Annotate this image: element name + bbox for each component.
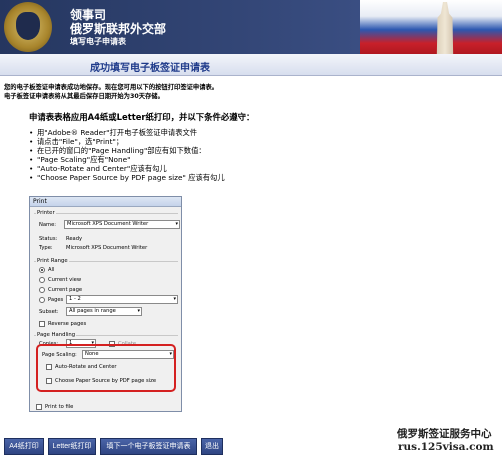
page-handling-label: Page Handling xyxy=(36,332,77,338)
radio-pages-icon xyxy=(39,297,45,303)
header-ministry: 俄罗斯联邦外交部 xyxy=(70,22,167,36)
print-to-file-label: Print to file xyxy=(45,404,74,410)
print-range-group: Print Range All Current view Current pag… xyxy=(34,258,178,331)
radio-current-view-icon xyxy=(39,277,45,283)
name-label: Name: xyxy=(39,222,57,228)
title-bar: 成功填写电子板签证申请表 xyxy=(0,54,502,76)
reverse-pages-label: Reverse pages xyxy=(48,321,87,327)
instructions-title: 申请表表格应用A4纸或Letter纸打印，并以下条件必遵守： xyxy=(29,112,255,122)
printer-group: Printer Name: Microsoft XPS Document Wri… xyxy=(34,210,180,257)
pages-input: 1 - 2 xyxy=(66,295,178,304)
radio-all-icon xyxy=(39,267,45,273)
instruction-item: 请点击"File"，选"Print"； xyxy=(29,137,329,146)
header-subtitle: 填写电子申请表 xyxy=(70,37,126,46)
print-dialog-title: Print xyxy=(30,197,181,207)
notice-saved: 您的电子板签证申请表成功地保存。现在您可用以下的按钮打印签证申请表。 xyxy=(4,84,219,91)
type-value: Microsoft XPS Document Writer xyxy=(66,245,148,251)
instruction-item: "Choose Paper Source by PDF page size" 应… xyxy=(29,173,329,182)
instruction-item: 在已开的窗口的"Page Handling"部应有如下数值： xyxy=(29,146,329,155)
page-handling-highlight xyxy=(36,344,176,392)
print-letter-button[interactable]: Letter纸打印 xyxy=(48,438,96,455)
subset-label: Subset: xyxy=(39,309,59,315)
status-label: Status: xyxy=(39,236,58,242)
type-label: Type: xyxy=(39,245,53,251)
print-range-label: Print Range xyxy=(36,258,69,264)
radio-current-view-label: Current view xyxy=(48,277,82,283)
reverse-pages-checkbox-icon xyxy=(39,321,45,327)
print-a4-button[interactable]: A4纸打印 xyxy=(4,438,44,455)
radio-pages-label: Pages xyxy=(48,297,64,303)
radio-all-label: All xyxy=(48,267,55,273)
printer-name-select: Microsoft XPS Document Writer xyxy=(64,220,180,229)
watermark-url: rus.125visa.com xyxy=(398,441,494,453)
print-to-file-checkbox-icon xyxy=(36,404,42,410)
radio-current-page-icon xyxy=(39,287,45,293)
watermark-title: 俄罗斯签证服务中心 xyxy=(397,428,492,440)
next-application-button[interactable]: 填下一个电子板签证申请表 xyxy=(100,438,197,455)
exit-button[interactable]: 退出 xyxy=(201,438,223,455)
instruction-item: 用"Adobe® Reader"打开电子板签证申请表文件 xyxy=(29,128,329,137)
russian-flag-image xyxy=(360,0,502,54)
eagle-icon xyxy=(16,12,40,40)
subset-select: All pages in range xyxy=(66,307,142,316)
radio-current-page-label: Current page xyxy=(48,287,83,293)
status-value: Ready xyxy=(66,236,83,242)
instructions-list: 用"Adobe® Reader"打开电子板签证申请表文件 请点击"File"，选… xyxy=(29,128,329,182)
instruction-item: "Page Scaling"应有"None" xyxy=(29,155,329,164)
notice-storage: 电子板签证申请表将从其最后保存日期开始为30天存储。 xyxy=(4,93,164,100)
instruction-item: "Auto-Rotate and Center"应该有勾儿 xyxy=(29,164,329,173)
header-banner xyxy=(0,0,360,54)
page-title: 成功填写电子板签证申请表 xyxy=(90,63,210,74)
site-header: 领事司 俄罗斯联邦外交部 填写电子申请表 xyxy=(0,0,502,54)
coat-of-arms-emblem-icon xyxy=(4,2,52,52)
printer-group-label: Printer xyxy=(36,210,56,216)
